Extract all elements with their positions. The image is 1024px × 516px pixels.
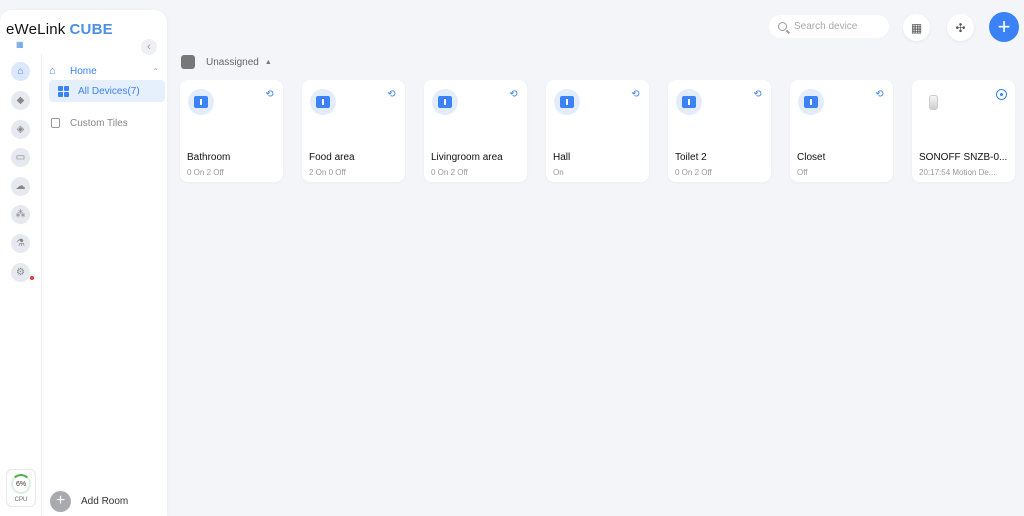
icon-rail: ⌂ ◆ ◈ ▭ ☁ ⁂ ⚗ ⚙	[0, 54, 42, 516]
search-icon	[778, 22, 787, 31]
device-status: 0 On 2 Off	[431, 168, 468, 177]
add-room-button[interactable]: + Add Room	[50, 490, 128, 512]
add-room-label: Add Room	[81, 495, 129, 507]
nav-custom-tiles[interactable]: Custom Tiles	[51, 116, 128, 130]
device-name: Livingroom area	[431, 152, 503, 163]
device-card[interactable]: ⟲ Bathroom 0 On 2 Off	[180, 80, 283, 182]
box-icon[interactable]: ◆	[11, 91, 30, 110]
device-status: 0 On 2 Off	[675, 168, 712, 177]
device-card[interactable]: SONOFF SNZB-0... 20:17:54 Motion De...	[912, 80, 1015, 182]
device-name: SONOFF SNZB-0...	[919, 152, 1008, 163]
nav-home[interactable]: ⌂ Home ⌃	[49, 62, 159, 80]
cpu-label: CPU	[14, 497, 28, 503]
grid-icon	[58, 85, 69, 97]
nav-home-label: Home	[70, 65, 97, 77]
camera-icon[interactable]: ▭	[11, 148, 30, 167]
notification-dot	[30, 276, 34, 280]
switch-icon	[188, 89, 214, 115]
device-name: Hall	[553, 152, 571, 163]
search-input[interactable]: Search device	[769, 15, 889, 38]
sync-icon[interactable]: ⟲	[630, 89, 641, 100]
tiles-icon	[51, 118, 60, 128]
device-card[interactable]: ⟲ Livingroom area 0 On 2 Off	[424, 80, 527, 182]
switch-icon	[798, 89, 824, 115]
sync-icon[interactable]: ⟲	[386, 89, 397, 100]
sidebar: eWeLink CUBE ▦ ‹ ⌂ ◆ ◈ ▭ ☁ ⁂ ⚗ ⚙ 6% CPU ⌂…	[0, 10, 167, 516]
group-header[interactable]: Unassigned ▲	[181, 54, 272, 70]
sync-icon[interactable]: ⟲	[508, 89, 519, 100]
motion-sensor-icon	[920, 89, 946, 115]
device-status: 20:17:54 Motion De...	[919, 168, 996, 177]
chevron-up-icon[interactable]: ⌃	[152, 67, 159, 76]
switch-icon	[432, 89, 458, 115]
nav-all-devices[interactable]: All Devices(7)	[49, 80, 165, 102]
device-name: Bathroom	[187, 152, 231, 163]
caret-up-icon: ▲	[264, 58, 272, 66]
plus-icon: +	[50, 490, 71, 512]
gear-icon[interactable]: ⚙	[11, 263, 30, 282]
device-card[interactable]: ⟲ Hall On	[546, 80, 649, 182]
device-status: On	[553, 168, 564, 177]
group-title: Unassigned	[206, 56, 259, 68]
lab-icon[interactable]: ⚗	[11, 234, 30, 253]
nav-all-devices-label: All Devices(7)	[78, 85, 140, 97]
device-card[interactable]: ⟲ Food area 2 On 0 Off	[302, 80, 405, 182]
dashboard-view-button[interactable]: ▦	[903, 14, 930, 41]
plus-icon: +	[997, 14, 1011, 39]
app-logo: eWeLink CUBE	[6, 21, 113, 38]
brand-name: eWeLink	[6, 21, 66, 38]
dashboard-icon: ▦	[910, 20, 923, 35]
brand-accent: CUBE	[69, 21, 113, 38]
device-name: Food area	[309, 152, 355, 163]
group-icon	[181, 55, 195, 69]
switch-icon	[554, 89, 580, 115]
device-card[interactable]: ⟲ Toilet 2 0 On 2 Off	[668, 80, 771, 182]
sync-icon[interactable]: ⟲	[752, 89, 763, 100]
device-status: 0 On 2 Off	[187, 168, 224, 177]
home-icon: ⌂	[49, 65, 56, 77]
topology-button[interactable]: ✣	[947, 14, 974, 41]
switch-icon	[676, 89, 702, 115]
network-icon[interactable]: ⁂	[11, 205, 30, 224]
device-status: 2 On 0 Off	[309, 168, 346, 177]
cpu-value: 6%	[15, 480, 27, 488]
collapse-sidebar-button[interactable]: ‹	[141, 39, 157, 55]
cpu-ring: 6%	[11, 474, 31, 494]
shield-icon[interactable]: ◈	[11, 120, 30, 139]
add-device-button[interactable]: +	[989, 12, 1019, 42]
home-icon[interactable]: ⌂	[11, 62, 30, 81]
device-card[interactable]: ⟲ Closet Off	[790, 80, 893, 182]
hub-icon: ▦	[16, 40, 24, 49]
device-name: Closet	[797, 152, 826, 163]
cloud-icon[interactable]: ☁	[11, 177, 30, 196]
sync-icon[interactable]: ⟲	[874, 89, 885, 100]
nav-custom-tiles-label: Custom Tiles	[70, 117, 128, 129]
cpu-widget[interactable]: 6% CPU	[6, 469, 36, 507]
device-status: Off	[797, 168, 808, 177]
network-icon: ✣	[955, 20, 966, 35]
sync-icon[interactable]: ⟲	[264, 89, 275, 100]
search-placeholder: Search device	[794, 21, 858, 32]
status-dot-icon	[996, 89, 1007, 100]
device-name: Toilet 2	[675, 152, 707, 163]
switch-icon	[310, 89, 336, 115]
